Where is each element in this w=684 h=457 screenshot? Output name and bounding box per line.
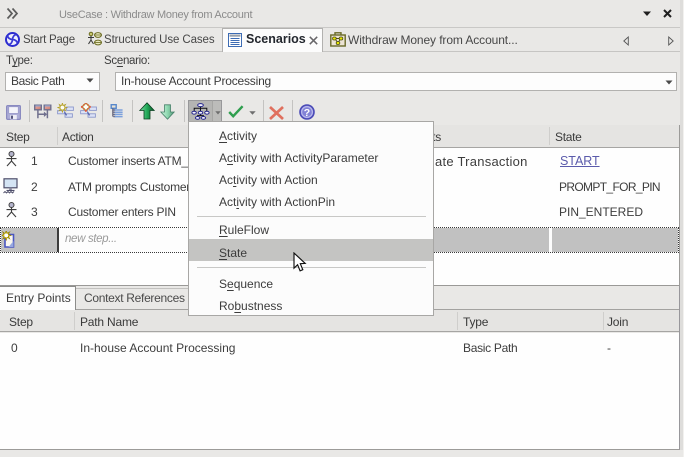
svg-text:?: ? bbox=[304, 107, 310, 119]
